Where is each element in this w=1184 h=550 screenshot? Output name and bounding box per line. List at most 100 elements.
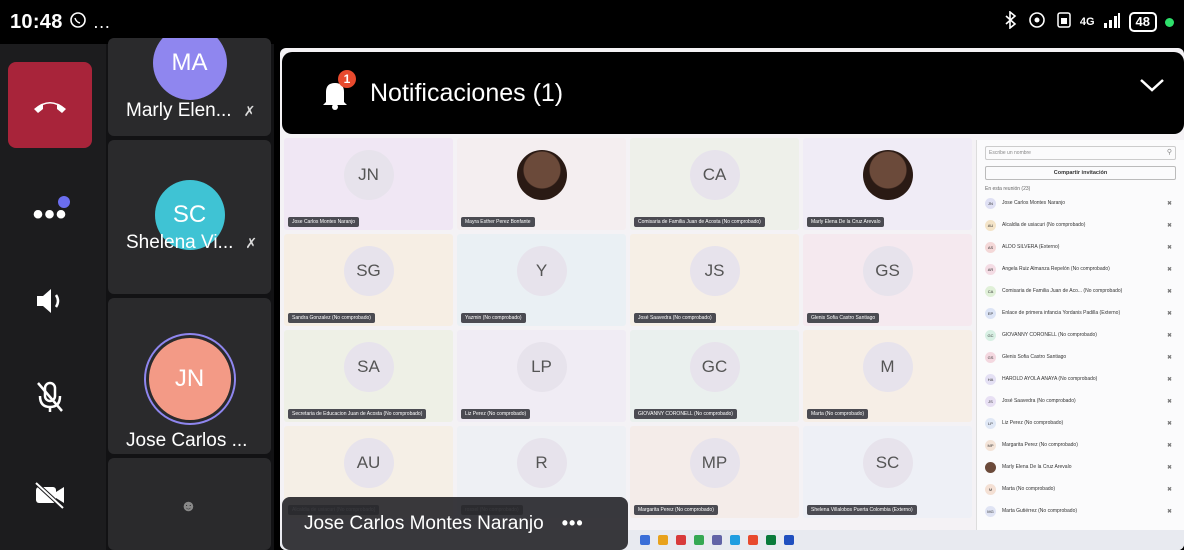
shared-video-grid: JN Jose Carlos Montes Naranjo Mayra Esther… — [284, 138, 972, 550]
person-icon: ☻ — [180, 498, 197, 515]
more-notifications-icon: … — [92, 11, 111, 32]
shared-video-tile: SG Sandra Gonzalez (No comprobado) — [284, 234, 453, 326]
speaker-button[interactable] — [8, 258, 92, 344]
list-item-label: GIOVANNY CORONELL (No comprobado) — [1002, 332, 1097, 338]
taskbar-app-icon — [676, 535, 686, 545]
mic-off-icon: ✖ — [1166, 222, 1172, 229]
shared-tile-label: Yazmin (No comprobado) — [461, 313, 526, 323]
shared-tile-label: GIOVANNY CORONELL (No comprobado) — [634, 409, 737, 419]
list-item: CA Comisaria de Familia Juan de Aco... (N… — [985, 280, 1176, 302]
list-item: JS José Saavedra (No comprobado) ✖ — [985, 390, 1176, 412]
notification-banner[interactable]: 1 Notificaciones (1) — [282, 52, 1184, 134]
more-icon: ••• — [32, 198, 68, 231]
active-speaker-label[interactable]: Jose Carlos Montes Naranjo ••• — [282, 497, 628, 550]
avatar: JN — [148, 338, 231, 420]
mic-off-icon: ✖ — [1166, 486, 1172, 493]
taskbar-app-icon — [712, 535, 722, 545]
shared-video-tile: Mayra Esther Perez Bonfante — [457, 138, 626, 230]
hang-up-button[interactable] — [8, 62, 92, 148]
avatar: AS — [985, 241, 996, 253]
list-item: GC GIOVANNY CORONELL (No comprobado) ✖ — [985, 324, 1176, 346]
search-icon: ⚲ — [1166, 149, 1172, 156]
panel-people-list: JN Jose Carlos Montes Naranjo ✖ AU Alcaldia … — [985, 192, 1176, 522]
mic-off-icon: ✖ — [1166, 398, 1172, 405]
participant-name-text: Jose Carlos ... — [126, 430, 248, 451]
list-item-label: Marta Gutiérrez (No comprobado) — [1002, 508, 1078, 514]
phone-hangup-icon — [34, 102, 66, 113]
participant-name: Marly Elen... ✗ — [126, 100, 255, 122]
mic-off-icon: ✖ — [1166, 200, 1172, 207]
taskbar-app-icon — [784, 535, 794, 545]
list-item: GS Glenis Sofia Castro Santiago ✖ — [985, 346, 1176, 368]
more-icon[interactable]: ••• — [562, 513, 584, 534]
shared-tile-label: Sandra Gonzalez (No comprobado) — [288, 313, 375, 323]
avatar: AU — [985, 219, 996, 231]
mic-off-icon: ✖ — [1166, 354, 1172, 361]
shared-tile-label: José Saavedra (No comprobado) — [634, 313, 716, 323]
whatsapp-icon — [69, 11, 87, 34]
participant-photo — [516, 150, 567, 200]
avatar: SA — [343, 342, 394, 392]
more-options-button[interactable]: ••• — [8, 172, 92, 258]
participant-overflow-tile[interactable]: ☻ — [108, 458, 271, 550]
mic-off-icon: ✖ — [1166, 464, 1172, 471]
participant-name: Jose Carlos ... — [126, 430, 247, 452]
hotspot-icon — [1026, 11, 1048, 34]
bell-icon: 1 — [318, 70, 356, 110]
avatar: JS — [985, 395, 996, 407]
list-item: EP Enlace de primera infancia Yordanis Pa… — [985, 302, 1176, 324]
participant-tile[interactable]: SC Shelena Vi... ✗ — [108, 140, 271, 294]
list-item: MP Margarita Perez (No comprobado) ✖ — [985, 434, 1176, 456]
mic-off-icon: ✖ — [1166, 420, 1172, 427]
shared-video-tile: Y Yazmin (No comprobado) — [457, 234, 626, 326]
taskbar-app-icon — [730, 535, 740, 545]
chevron-down-icon[interactable] — [1138, 76, 1166, 99]
panel-search-placeholder: Escribe un nombre — [989, 150, 1031, 156]
avatar: HA — [985, 373, 996, 385]
shared-video-tile: JS José Saavedra (No comprobado) — [630, 234, 799, 326]
avatar: LP — [985, 417, 996, 429]
avatar-initials: JN — [174, 365, 205, 392]
avatar: AU — [343, 438, 394, 488]
shared-video-tile: MP Margarita Perez (No comprobado) — [630, 426, 799, 518]
list-item-label: ALDO SILVERA (Externo) — [1002, 244, 1060, 250]
list-item-label: HAROLD AYOLA ANAYA (No comprobado) — [1002, 376, 1098, 382]
shared-video-tile: JN Jose Carlos Montes Naranjo — [284, 138, 453, 230]
avatar: GS — [985, 351, 996, 363]
avatar: M — [985, 483, 996, 495]
shared-video-tile: SA Secretaria de Educacion Juan de Acosta… — [284, 330, 453, 422]
mute-button[interactable] — [8, 354, 92, 440]
participant-tile[interactable]: MA Marly Elen... ✗ — [108, 38, 271, 136]
camera-button[interactable] — [8, 452, 92, 538]
shared-participants-panel: Escribe un nombre ⚲ Compartir invitación … — [976, 140, 1184, 550]
avatar: MG — [985, 505, 996, 517]
participant-tile-active-speaker[interactable]: JN Jose Carlos ... — [108, 298, 271, 454]
list-item-label: Jose Carlos Montes Naranjo — [1002, 200, 1066, 206]
shared-video-tile: CA Comisaria de Familia Juan de Acosta (N… — [630, 138, 799, 230]
avatar: SG — [343, 246, 394, 296]
avatar-initials: MA — [171, 49, 208, 76]
list-item-label: José Saavedra (No comprobado) — [1002, 398, 1076, 404]
signal-icon — [1103, 12, 1121, 33]
avatar: CA — [689, 150, 740, 200]
camera-off-icon — [34, 481, 65, 510]
mic-off-icon: ✖ — [1166, 288, 1172, 295]
mic-off-icon: ✖ — [1166, 376, 1172, 383]
notification-dot — [58, 196, 70, 208]
mic-off-icon: ✖ — [1166, 266, 1172, 273]
taskbar-app-icon — [658, 535, 668, 545]
taskbar-app-icon — [748, 535, 758, 545]
list-item: AS ALDO SILVERA (Externo) ✖ — [985, 236, 1176, 258]
list-item-label: Angela Ruiz Almanza Repelón (No comproba… — [1002, 266, 1110, 272]
mic-off-icon: ✖ — [1166, 332, 1172, 339]
avatar: MP — [985, 439, 996, 451]
avatar: R — [516, 438, 567, 488]
avatar: SC — [862, 438, 913, 488]
taskbar-app-icon — [694, 535, 704, 545]
list-item-label: Glenis Sofia Castro Santiago — [1002, 354, 1067, 360]
battery-icon: 48 — [1128, 12, 1157, 32]
camera-in-use-indicator — [1165, 17, 1174, 27]
list-item: AR Angela Ruiz Almanza Repelón (No compro… — [985, 258, 1176, 280]
list-item: LP Liz Perez (No comprobado) ✖ — [985, 412, 1176, 434]
shared-tile-label: Shelena Villalobos Puerta Colombia (Exte… — [807, 505, 917, 515]
